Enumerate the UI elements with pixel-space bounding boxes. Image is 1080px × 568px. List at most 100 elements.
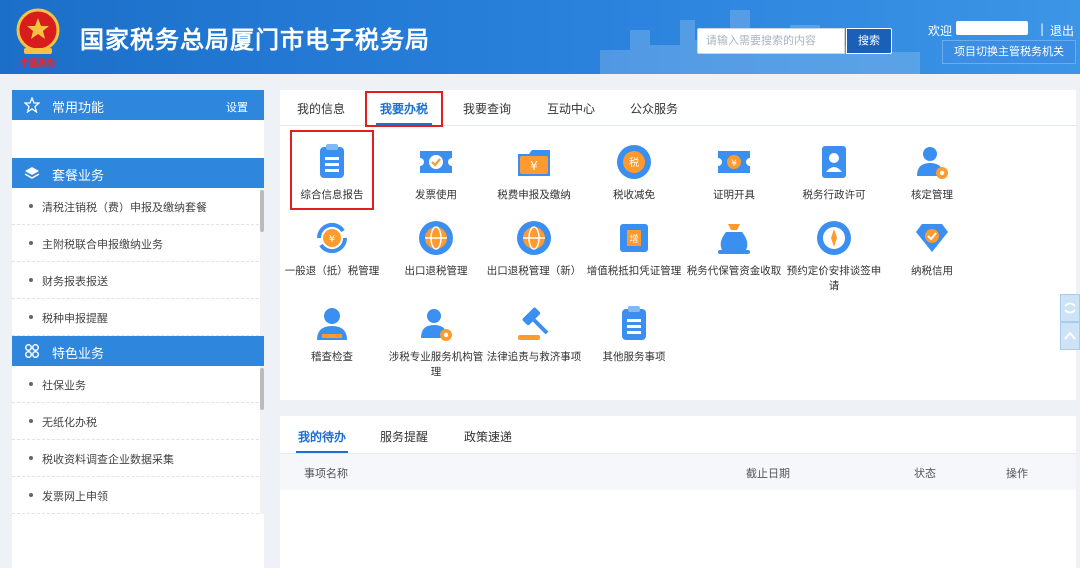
- service-panel: 我的信息 我要办税 我要查询 互动中心 公众服务 综合信息报告 发票使用 ¥ 税…: [280, 90, 1076, 400]
- layers-icon: [24, 167, 40, 179]
- tab-query[interactable]: 我要查询: [463, 100, 511, 117]
- tab-my-info[interactable]: 我的信息: [297, 100, 345, 117]
- bullet: [29, 456, 33, 460]
- highlight-box: [365, 91, 443, 127]
- bullet: [29, 315, 33, 319]
- sidebar-section-label: 特色业务: [52, 347, 105, 362]
- service-label: 税务代保管资金收取: [686, 265, 782, 277]
- scrollbar-thumb[interactable]: [260, 368, 264, 410]
- back-to-top-button[interactable]: [1060, 322, 1080, 350]
- sidebar-section-package[interactable]: 套餐业务: [12, 158, 264, 188]
- vat-receipt-icon: 增: [620, 224, 648, 252]
- sidebar: 常用功能 设置 套餐业务 清税注销税（费）申报及缴纳套餐 主附税联合申报缴纳业务…: [12, 90, 264, 568]
- main-tabs: 我的信息 我要办税 我要查询 互动中心 公众服务: [280, 90, 1076, 127]
- service-item[interactable]: 出口退税管理: [388, 218, 484, 279]
- service-item[interactable]: 法律追责与救济事项: [486, 304, 582, 365]
- sidebar-item[interactable]: 税收资料调查企业数据采集: [12, 440, 264, 477]
- tab-policy-express[interactable]: 政策速递: [464, 428, 512, 445]
- service-label: 法律追责与救济事项: [486, 351, 582, 363]
- service-item[interactable]: 预约定价安排谈签申请: [786, 218, 882, 294]
- service-item[interactable]: 纳税信用: [884, 218, 980, 279]
- service-item[interactable]: 综合信息报告: [284, 142, 380, 203]
- sidebar-section-common[interactable]: 常用功能 设置: [12, 90, 264, 120]
- search-input[interactable]: 请输入需要搜索的内容: [697, 28, 845, 54]
- scrollbar-track[interactable]: [260, 366, 264, 514]
- svg-text:增: 增: [629, 233, 638, 245]
- service-item[interactable]: 稽查检查: [284, 304, 380, 365]
- service-label: 增值税抵扣凭证管理: [586, 265, 682, 277]
- sidebar-item[interactable]: 财务报表报送: [12, 262, 264, 299]
- package-list: 清税注销税（费）申报及缴纳套餐 主附税联合申报缴纳业务 财务报表报送 税种申报提…: [12, 188, 264, 336]
- service-item[interactable]: 税 税收减免: [586, 142, 682, 203]
- scrollbar-thumb[interactable]: [260, 190, 264, 232]
- sidebar-item[interactable]: 发票网上申领: [12, 477, 264, 514]
- service-item[interactable]: 税务行政许可: [786, 142, 882, 203]
- service-item[interactable]: 增 增值税抵扣凭证管理: [586, 218, 682, 279]
- service-item[interactable]: 发票使用: [388, 142, 484, 203]
- clipboard-icon: [320, 144, 344, 178]
- service-item[interactable]: ¥ 证明开具: [686, 142, 782, 203]
- service-item[interactable]: 出口退税管理（新）: [486, 218, 582, 279]
- active-tab-indicator: [296, 451, 348, 453]
- sidebar-item-label: 清税注销税（费）申报及缴纳套餐: [42, 201, 207, 214]
- switch-tax-authority-button[interactable]: 项目切换主管税务机关: [942, 40, 1076, 64]
- ticket-icon: [420, 151, 452, 173]
- tab-service-reminder[interactable]: 服务提醒: [380, 428, 428, 445]
- service-label: 其他服务事项: [602, 351, 666, 363]
- sidebar-section-label: 常用功能: [52, 101, 105, 116]
- sidebar-item[interactable]: 无纸化办税: [12, 403, 264, 440]
- user-icon: [317, 308, 347, 340]
- todo-tabs: 我的待办 服务提醒 政策速递: [280, 416, 1076, 454]
- star-icon: [24, 97, 40, 113]
- share-float-button[interactable]: [1060, 294, 1080, 322]
- service-label: 税费申报及缴纳: [497, 189, 571, 201]
- money-bag-icon: [718, 224, 750, 254]
- bullet: [29, 493, 33, 497]
- service-item[interactable]: ¥ 一般退（抵）税管理: [284, 218, 380, 279]
- sidebar-item-label: 无纸化办税: [42, 416, 97, 429]
- tab-my-todo[interactable]: 我的待办: [298, 428, 346, 445]
- service-grid: 综合信息报告 发票使用 ¥ 税费申报及缴纳 税 税收减免 ¥ 证明开具 税务行政…: [280, 126, 1076, 400]
- table-header: 事项名称 截止日期 状态 操作: [280, 454, 1076, 490]
- sidebar-item-label: 主附税联合申报缴纳业务: [42, 238, 163, 251]
- tab-public-service[interactable]: 公众服务: [630, 100, 678, 117]
- logout-link[interactable]: 退出: [1050, 22, 1074, 39]
- globe-icon: [419, 221, 453, 255]
- user-gear-icon: [917, 147, 948, 179]
- column-header: 操作: [1006, 467, 1028, 480]
- sidebar-item[interactable]: 税种申报提醒: [12, 299, 264, 336]
- sidebar-section-special[interactable]: 特色业务: [12, 336, 264, 366]
- svg-text:¥: ¥: [530, 159, 538, 173]
- yen-ticket-icon: ¥: [718, 151, 750, 173]
- compass-icon: [817, 221, 851, 255]
- bullet: [29, 204, 33, 208]
- sidebar-item[interactable]: 主附税联合申报缴纳业务: [12, 225, 264, 262]
- scrollbar-track[interactable]: [260, 188, 264, 336]
- bullet: [29, 278, 33, 282]
- bullet: [29, 382, 33, 386]
- tax-coin-icon: 税: [617, 145, 651, 179]
- service-item[interactable]: 税务代保管资金收取: [686, 218, 782, 279]
- site-title: 国家税务总局厦门市电子税务局: [80, 26, 430, 54]
- svg-text:税: 税: [629, 156, 639, 169]
- yen-refresh-icon: ¥: [316, 222, 348, 254]
- service-label: 出口退税管理（新）: [486, 265, 582, 277]
- service-label: 税收减免: [613, 189, 655, 201]
- service-item[interactable]: 其他服务事项: [586, 304, 682, 365]
- sidebar-item[interactable]: 社保业务: [12, 366, 264, 403]
- sidebar-item-label: 发票网上申领: [42, 490, 108, 503]
- tab-interaction[interactable]: 互动中心: [547, 100, 595, 117]
- service-label: 出口退税管理: [404, 265, 468, 277]
- id-card-icon: [822, 146, 846, 178]
- settings-link[interactable]: 设置: [226, 99, 248, 115]
- bullet: [29, 419, 33, 423]
- sidebar-item[interactable]: 清税注销税（费）申报及缴纳套餐: [12, 188, 264, 225]
- service-item[interactable]: ¥ 税费申报及缴纳: [486, 142, 582, 203]
- service-item[interactable]: 核定管理: [884, 142, 980, 203]
- service-item[interactable]: 涉税专业服务机构管理: [388, 304, 484, 380]
- globe-icon: [517, 221, 551, 255]
- svg-text:¥: ¥: [329, 234, 335, 245]
- sidebar-item-label: 财务报表报送: [42, 275, 108, 288]
- welcome-text: 欢迎: [928, 24, 953, 38]
- search-button[interactable]: 搜索: [846, 28, 892, 54]
